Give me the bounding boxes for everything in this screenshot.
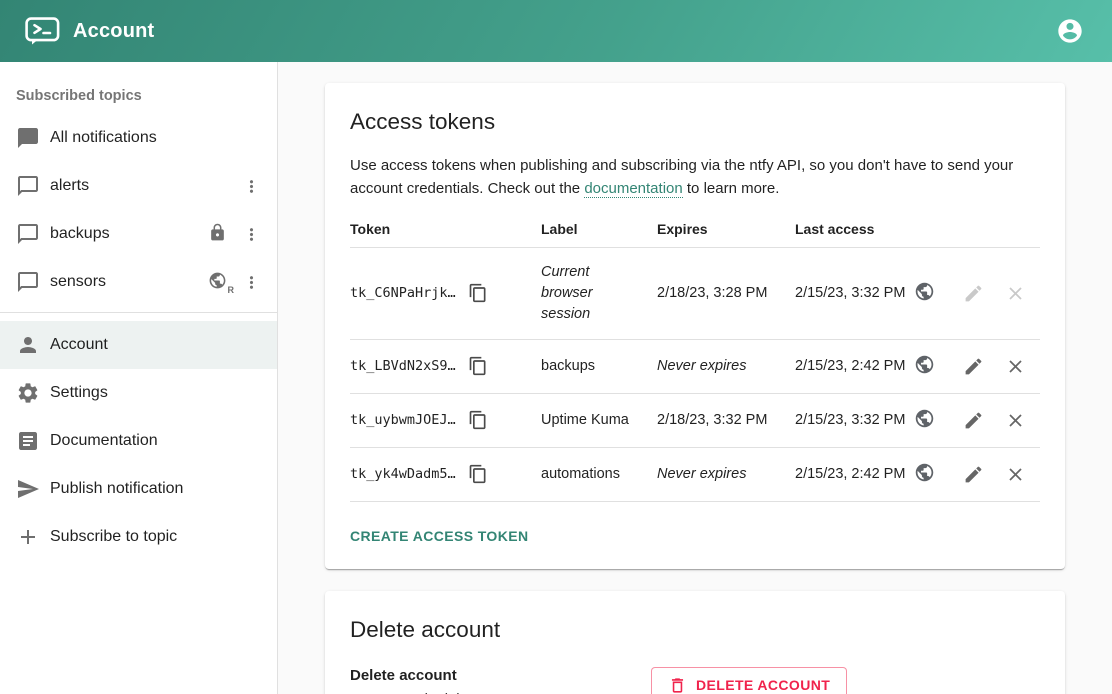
token-row: tk_uybwmJOEJ… Uptime Kuma 2/18/23, 3:32 …	[350, 393, 1040, 447]
chat-bubble-filled-icon	[16, 126, 40, 150]
topic-label: sensors	[50, 273, 106, 291]
edit-icon[interactable]	[963, 464, 984, 485]
sidebar-item-backups[interactable]: backups	[0, 210, 277, 258]
globe-icon: R	[208, 271, 230, 293]
documentation-link[interactable]: documentation	[584, 180, 682, 198]
column-header-last-access: Last access	[795, 215, 969, 248]
column-header-expires: Expires	[657, 215, 795, 248]
topic-menu-icon[interactable]	[239, 270, 263, 294]
token-expires: 2/18/23, 3:28 PM	[657, 247, 795, 339]
column-header-label: Label	[541, 215, 657, 248]
send-icon	[16, 477, 40, 501]
token-row: tk_LBVdN2xS9… backups Never expires 2/15…	[350, 339, 1040, 393]
page-title: Account	[73, 20, 154, 43]
token-last-access: 2/15/23, 3:32 PM	[795, 285, 905, 301]
edit-icon	[963, 283, 984, 304]
globe-icon	[914, 408, 935, 433]
close-icon[interactable]	[1005, 410, 1026, 431]
edit-icon[interactable]	[963, 410, 984, 431]
delete-account-card: Delete account Delete account Permanentl…	[325, 591, 1065, 694]
sidebar-item-documentation[interactable]: Documentation	[0, 417, 277, 465]
token-expires: Never expires	[657, 339, 795, 393]
sidebar-item-account[interactable]: Account	[0, 321, 277, 369]
lock-icon	[208, 223, 230, 245]
column-header-actions	[969, 215, 1040, 248]
sidebar-item-publish-notification[interactable]: Publish notification	[0, 465, 277, 513]
copy-icon[interactable]	[468, 356, 488, 376]
token-last-access: 2/15/23, 2:42 PM	[795, 466, 905, 482]
topic-label: backups	[50, 225, 110, 243]
sidebar-item-all-notifications[interactable]: All notifications	[0, 114, 277, 162]
token-row: tk_yk4wDadm5… automations Never expires …	[350, 447, 1040, 501]
article-icon	[16, 429, 40, 453]
token-label: Current browser session	[541, 262, 629, 325]
globe-icon	[914, 462, 935, 487]
copy-icon[interactable]	[468, 464, 488, 484]
copy-icon[interactable]	[468, 410, 488, 430]
token-last-access: 2/15/23, 2:42 PM	[795, 358, 905, 374]
close-icon[interactable]	[1005, 356, 1026, 377]
token-label: Uptime Kuma	[541, 410, 629, 431]
globe-icon	[914, 281, 935, 306]
token-last-access: 2/15/23, 3:32 PM	[795, 412, 905, 428]
delete-account-button-label: DELETE ACCOUNT	[696, 677, 830, 693]
nav-label: Subscribe to topic	[50, 528, 177, 546]
delete-account-description: Permanently delete your account	[350, 691, 651, 694]
ntfy-logo-icon	[25, 17, 60, 46]
sidebar-divider	[0, 312, 277, 313]
globe-icon	[914, 354, 935, 379]
sidebar: Subscribed topics All notifications aler…	[0, 62, 278, 694]
nav-label: Documentation	[50, 432, 158, 450]
token-label: automations	[541, 464, 620, 485]
token-expires: 2/18/23, 3:32 PM	[657, 393, 795, 447]
reserved-badge: R	[228, 285, 235, 295]
chat-bubble-outline-icon	[16, 174, 40, 198]
nav-label: Account	[50, 336, 108, 354]
token-row: tk_C6NPaHrjk… Current browser session 2/…	[350, 247, 1040, 339]
token-value: tk_uybwmJOEJ…	[350, 412, 456, 428]
nav-label: Settings	[50, 384, 108, 402]
token-value: tk_C6NPaHrjk…	[350, 285, 456, 301]
token-label: backups	[541, 356, 595, 377]
nav-label: Publish notification	[50, 480, 183, 498]
edit-icon[interactable]	[963, 356, 984, 377]
plus-icon	[16, 525, 40, 549]
gear-icon	[16, 381, 40, 405]
account-circle-icon[interactable]	[1055, 16, 1085, 46]
close-icon[interactable]	[1005, 464, 1026, 485]
token-expires: Never expires	[657, 447, 795, 501]
create-access-token-button[interactable]: CREATE ACCESS TOKEN	[350, 521, 528, 551]
table-header-row: Token Label Expires Last access	[350, 215, 1040, 248]
app-bar: Account	[0, 0, 1112, 62]
token-value: tk_yk4wDadm5…	[350, 466, 456, 482]
topic-label: All notifications	[50, 129, 157, 147]
delete-account-label: Delete account	[350, 667, 651, 684]
description-text: to learn more.	[683, 180, 780, 197]
person-icon	[16, 333, 40, 357]
main-content: Access tokens Use access tokens when pub…	[278, 62, 1112, 694]
tokens-table: Token Label Expires Last access tk_C6NPa…	[350, 215, 1040, 502]
trash-icon	[668, 676, 687, 694]
access-tokens-description: Use access tokens when publishing and su…	[350, 154, 1040, 201]
access-tokens-title: Access tokens	[350, 109, 1040, 135]
delete-account-title: Delete account	[350, 617, 1040, 643]
subscribed-topics-label: Subscribed topics	[0, 62, 277, 114]
sidebar-item-subscribe-to-topic[interactable]: Subscribe to topic	[0, 513, 277, 561]
sidebar-item-settings[interactable]: Settings	[0, 369, 277, 417]
access-tokens-card: Access tokens Use access tokens when pub…	[325, 83, 1065, 569]
chat-bubble-outline-icon	[16, 222, 40, 246]
chat-bubble-outline-icon	[16, 270, 40, 294]
delete-account-button[interactable]: DELETE ACCOUNT	[651, 667, 847, 694]
column-header-token: Token	[350, 215, 541, 248]
sidebar-item-sensors[interactable]: sensors R	[0, 258, 277, 306]
sidebar-item-alerts[interactable]: alerts	[0, 162, 277, 210]
delete-account-row: Delete account Permanently delete your a…	[350, 667, 1040, 694]
token-value: tk_LBVdN2xS9…	[350, 358, 456, 374]
topic-menu-icon[interactable]	[239, 174, 263, 198]
topic-menu-icon[interactable]	[239, 222, 263, 246]
topic-label: alerts	[50, 177, 89, 195]
close-icon	[1005, 283, 1026, 304]
copy-icon[interactable]	[468, 283, 488, 303]
